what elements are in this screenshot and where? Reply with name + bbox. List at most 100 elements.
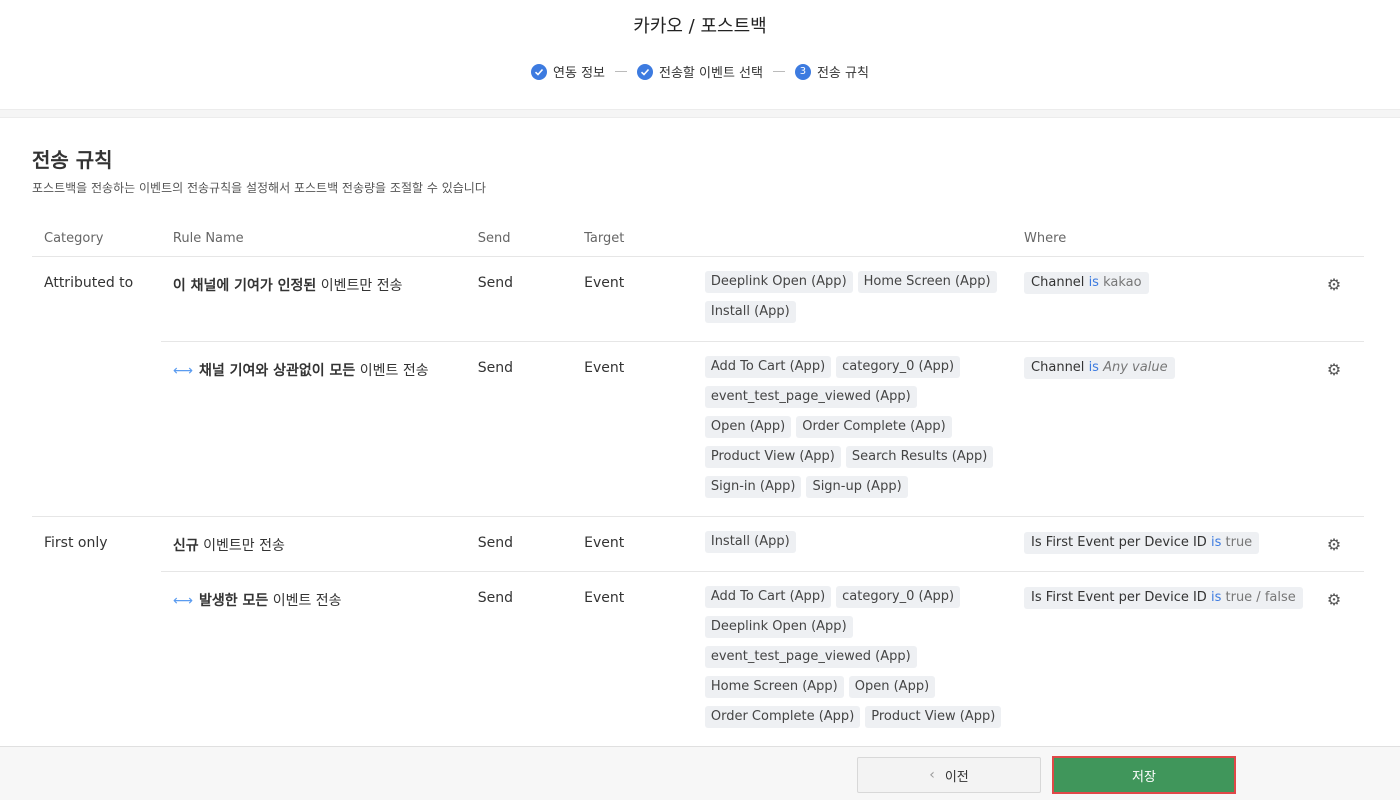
where-operator: is xyxy=(1088,275,1099,290)
event-tag: Search Results (App) xyxy=(845,446,994,468)
event-tag: Home Screen (App) xyxy=(704,676,844,698)
column-header-category: Category xyxy=(32,218,161,257)
where-condition: Channel is kakao xyxy=(1024,272,1149,294)
chevron-left-icon: ‹ xyxy=(929,767,935,783)
footer-bar: ‹ 이전 저장 xyxy=(0,746,1400,800)
event-tag: event_test_page_viewed (App) xyxy=(704,386,917,408)
column-header-events xyxy=(692,218,1013,257)
step-divider xyxy=(615,71,628,72)
where-operator: is xyxy=(1210,535,1222,550)
step-label: 전송할 이벤트 선택 xyxy=(659,66,763,81)
where-condition: Channel is Any value xyxy=(1024,357,1175,379)
category-cell: First only xyxy=(32,516,161,572)
step-label: 전송 규칙 xyxy=(816,66,869,81)
where-field: Channel xyxy=(1031,360,1085,375)
rule-name-emphasis: 채널 기여와 상관없이 모든 xyxy=(198,363,356,379)
event-tag: Add To Cart (App) xyxy=(704,356,832,378)
event-tag: Product View (App) xyxy=(704,446,841,468)
rule-name-cell: 신규 이벤트만 전송 xyxy=(160,516,466,572)
step-number-badge: 3 xyxy=(794,63,811,80)
send-cell: Send xyxy=(465,571,573,746)
where-value: kakao xyxy=(1103,275,1142,290)
gear-icon[interactable]: ⚙ xyxy=(1327,275,1341,294)
send-cell: Send xyxy=(465,256,573,342)
check-circle-icon xyxy=(531,63,548,80)
section-description: 포스트백을 전송하는 이벤트의 전송규칙을 설정해서 포스트백 전송량을 조절할… xyxy=(32,181,486,195)
target-cell: Event xyxy=(572,516,693,572)
send-cell: Send xyxy=(465,516,573,572)
events-cell: Install (App) xyxy=(692,516,1013,572)
rule-name-emphasis: 이 채널에 기여가 인정된 xyxy=(172,278,317,294)
where-field: Channel xyxy=(1031,275,1085,290)
gear-icon[interactable]: ⚙ xyxy=(1327,535,1341,554)
event-tag: category_0 (App) xyxy=(836,356,961,378)
column-header-where: Where xyxy=(1012,218,1315,257)
rule-row: Attributed to 이 채널에 기여가 인정된 이벤트만 전송 Send Ev… xyxy=(32,256,1364,342)
rule-row: ⟷ 채널 기여와 상관없이 모든 이벤트 전송 Send Event Add To Ca… xyxy=(32,341,1364,517)
where-cell: Channel is Any value xyxy=(1012,341,1315,517)
rule-row: ⟷ 발생한 모든 이벤트 전송 Send Event Add To Cart (App)… xyxy=(32,571,1364,747)
rule-name-rest: 이벤트만 전송 xyxy=(198,538,285,554)
stepper: 연동 정보 전송할 이벤트 선택 3 전송 규칙 xyxy=(0,62,1400,81)
rule-name-cell: 이 채널에 기여가 인정된 이벤트만 전송 xyxy=(160,256,466,342)
rule-name-cell: ⟷ 발생한 모든 이벤트 전송 xyxy=(160,571,466,746)
save-button[interactable]: 저장 xyxy=(1052,756,1236,794)
target-cell: Event xyxy=(572,341,693,517)
step-label: 연동 정보 xyxy=(553,66,606,81)
rule-name-cell: ⟷ 채널 기여와 상관없이 모든 이벤트 전송 xyxy=(160,341,466,517)
page-header: 카카오 / 포스트백 연동 정보 전송할 이벤트 선택 3 전송 규칙 xyxy=(0,0,1400,110)
where-operator: is xyxy=(1088,360,1099,375)
events-cell: Add To Cart (App) category_0 (App) event_t… xyxy=(692,341,1013,517)
where-cell: Is First Event per Device ID is true / f… xyxy=(1012,571,1315,746)
main-content: 전송 규칙 포스트백을 전송하는 이벤트의 전송규칙을 설정해서 포스트백 전송… xyxy=(0,144,1400,746)
step-3: 3 전송 규칙 xyxy=(794,62,869,81)
section-title: 전송 규칙 xyxy=(32,148,113,172)
rule-name-rest: 이벤트만 전송 xyxy=(316,278,403,294)
event-tag: Order Complete (App) xyxy=(796,416,952,438)
event-tag: Install (App) xyxy=(704,531,796,553)
column-header-send: Send xyxy=(465,218,573,257)
event-tag: Open (App) xyxy=(848,676,936,698)
event-tag: Home Screen (App) xyxy=(857,271,997,293)
bidirectional-arrow-icon: ⟷ xyxy=(172,363,193,379)
event-tag: Open (App) xyxy=(704,416,792,438)
category-cell xyxy=(32,342,161,517)
check-circle-icon xyxy=(637,63,654,80)
where-value: Any value xyxy=(1103,360,1168,375)
rule-name-rest: 이벤트 전송 xyxy=(268,593,342,609)
step-1: 연동 정보 xyxy=(531,62,605,81)
where-value: true xyxy=(1225,535,1253,550)
event-tag: Order Complete (App) xyxy=(704,706,861,728)
rule-row: First only 신규 이벤트만 전송 Send Event Install (Ap… xyxy=(32,516,1364,572)
rule-name-emphasis: 발생한 모든 xyxy=(198,593,269,609)
where-field: Is First Event per Device ID xyxy=(1031,535,1207,550)
event-tag: Install (App) xyxy=(704,301,796,323)
previous-button[interactable]: ‹ 이전 xyxy=(857,757,1041,793)
event-tag: Product View (App) xyxy=(865,706,1002,728)
step-divider xyxy=(772,71,785,72)
event-tag: category_0 (App) xyxy=(836,586,961,608)
where-condition: Is First Event per Device ID is true xyxy=(1024,532,1260,554)
event-tag: Add To Cart (App) xyxy=(704,586,832,608)
event-tag: Deeplink Open (App) xyxy=(704,271,853,293)
rules-table: Category Rule Name Send Target Where Att… xyxy=(32,218,1364,746)
event-tag: Sign-up (App) xyxy=(806,476,908,498)
settings-cell: ⚙ xyxy=(1314,341,1364,517)
page-title: 카카오 / 포스트백 xyxy=(633,16,767,37)
gear-icon[interactable]: ⚙ xyxy=(1327,360,1341,379)
category-cell xyxy=(32,572,161,747)
settings-cell: ⚙ xyxy=(1314,516,1364,572)
where-cell: Channel is kakao xyxy=(1012,256,1315,342)
events-cell: Add To Cart (App) category_0 (App) Deeplin… xyxy=(692,571,1013,746)
where-operator: is xyxy=(1210,590,1222,605)
table-header-row: Category Rule Name Send Target Where xyxy=(32,218,1364,257)
events-cell: Deeplink Open (App) Home Screen (App) Inst… xyxy=(692,256,1013,342)
gear-icon[interactable]: ⚙ xyxy=(1327,590,1341,609)
rule-name-emphasis: 신규 xyxy=(172,538,199,554)
event-tag: Sign-in (App) xyxy=(704,476,802,498)
bidirectional-arrow-icon: ⟷ xyxy=(172,593,193,609)
settings-cell: ⚙ xyxy=(1314,571,1364,746)
column-header-target: Target xyxy=(572,218,693,257)
target-cell: Event xyxy=(572,571,693,746)
where-cell: Is First Event per Device ID is true xyxy=(1012,516,1315,572)
